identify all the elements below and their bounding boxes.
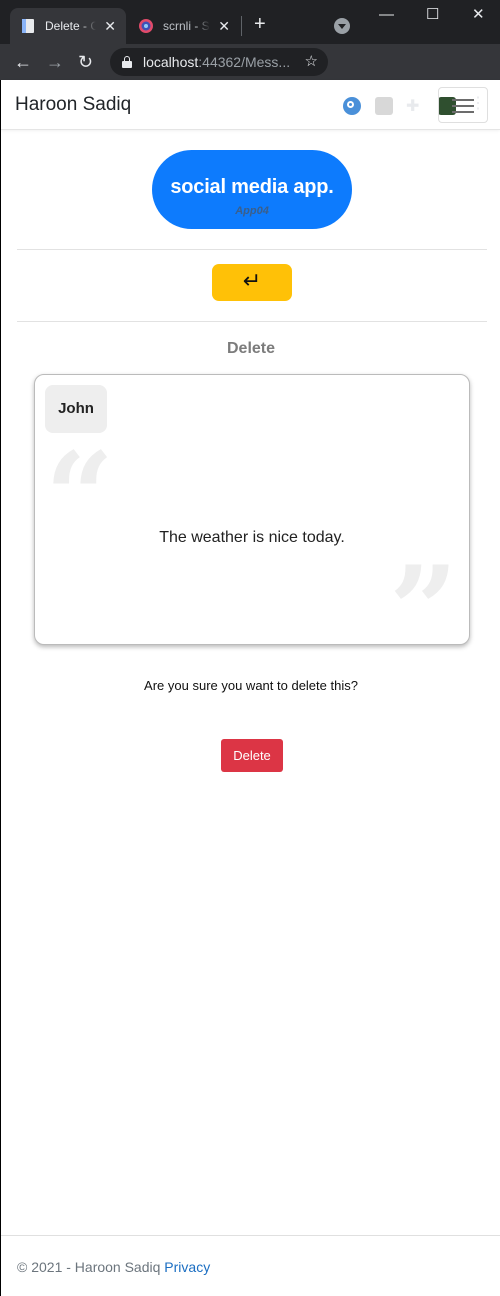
window-close-icon[interactable]: ✕ [472,6,485,24]
site-footer: © 2021 - Haroon Sadiq Privacy [1,1235,500,1296]
hamburger-menu-button[interactable] [438,87,488,123]
site-navbar: Haroon Sadiq [1,80,500,130]
bookmark-star-icon[interactable]: ☆ [305,52,318,70]
privacy-link[interactable]: Privacy [164,1259,210,1275]
scrnli-icon [139,19,153,33]
reload-icon[interactable]: ↻ [78,52,93,72]
tab-separator [241,16,242,36]
navbar-brand[interactable]: Haroon Sadiq [15,94,131,116]
app-logo: social media app. App04 [152,150,352,229]
logo-title: social media app. [170,176,334,198]
divider [17,249,487,250]
browser-toolbar: ← → ↻ localhost:44362/Mess... ☆ ✚ ⋮ [0,44,500,115]
back-button[interactable]: ↵ [212,264,292,301]
minimize-icon[interactable]: — [379,6,394,24]
document-icon [22,19,34,33]
browser-tab-scrnli[interactable]: scrnli - Sc ✕ [128,8,240,44]
logo-subtitle: App04 [235,205,269,217]
page-title: Delete [226,340,276,357]
maximize-icon[interactable]: ☐ [426,6,439,24]
close-icon[interactable]: ✕ [218,19,230,33]
address-bar[interactable]: localhost:44362/Mess... ☆ [110,48,328,76]
hamburger-line [452,111,474,113]
new-tab-button[interactable]: + [254,14,266,34]
close-quote-icon: ” [389,540,459,645]
divider [17,321,487,322]
browser-tab-strip: Delete - C ✕ scrnli - Sc ✕ + — ☐ ✕ [0,0,500,44]
address-url: localhost:44362/Mess... [143,54,291,70]
browser-tab-delete[interactable]: Delete - C ✕ [10,8,126,44]
message-card: John “ The weather is nice today. ” [34,374,470,645]
back-arrow-icon[interactable]: ← [14,52,32,72]
hamburger-line [452,105,474,107]
browser-tab-title: scrnli - Sc [163,19,210,33]
hamburger-line [452,99,474,101]
return-arrow-icon: ↵ [242,268,262,293]
delete-confirmation-text: Are you sure you want to delete this? [144,678,358,693]
footer-text: © 2021 - Haroon Sadiq Privacy [17,1259,211,1275]
delete-button[interactable]: Delete [221,739,283,772]
page-content: Haroon Sadiq social media app. App04 ↵ D… [0,80,500,1296]
tab-search-icon[interactable] [334,18,350,34]
forward-arrow-icon[interactable]: → [46,52,64,72]
browser-tab-title: Delete - C [45,19,97,33]
close-icon[interactable]: ✕ [104,19,116,33]
lock-icon [122,56,132,68]
